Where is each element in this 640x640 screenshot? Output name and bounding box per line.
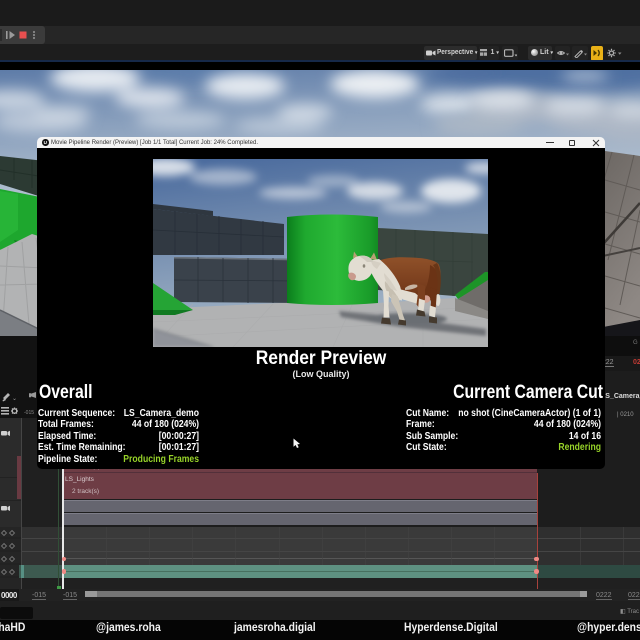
svg-text:⌄: ⌄ <box>12 396 17 402</box>
